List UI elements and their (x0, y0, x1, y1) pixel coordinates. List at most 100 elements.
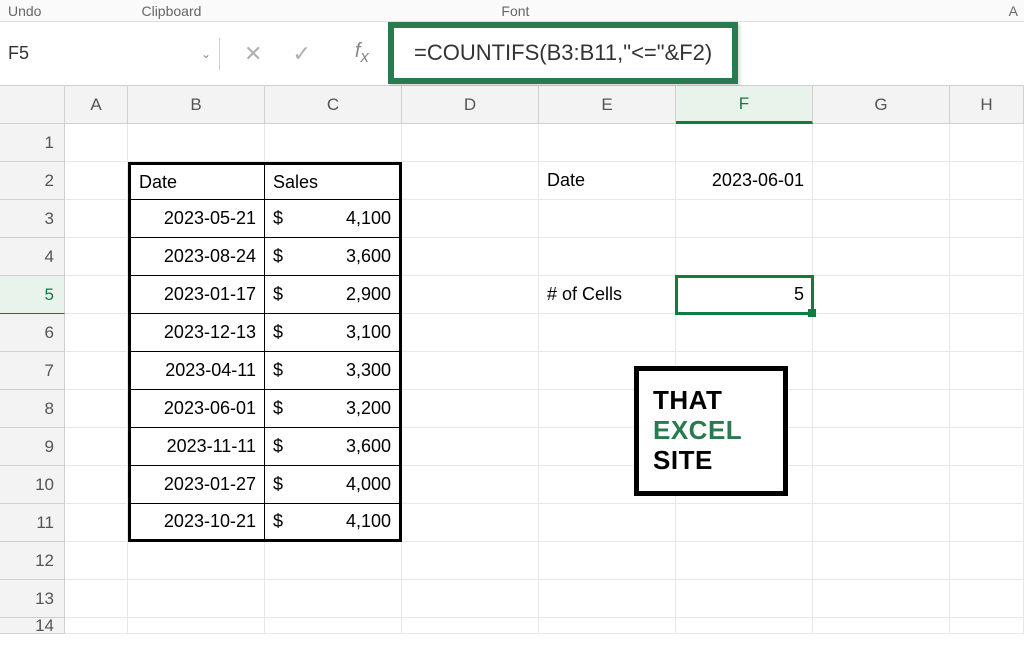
cell-g9[interactable] (813, 428, 950, 466)
cell-h7[interactable] (950, 352, 1024, 390)
cell-c11[interactable]: $4,100 (265, 504, 402, 542)
cell-f2[interactable]: 2023-06-01 (676, 162, 813, 200)
cell-f1[interactable] (676, 124, 813, 162)
col-header-h[interactable]: H (950, 86, 1024, 124)
cell-b12[interactable] (128, 542, 265, 580)
cell-f5[interactable]: 5 (676, 276, 813, 314)
select-all-corner[interactable] (0, 86, 65, 124)
row-header-2[interactable]: 2 (0, 162, 65, 200)
cell-h13[interactable] (950, 580, 1024, 618)
cell-f12[interactable] (676, 542, 813, 580)
cell-a7[interactable] (65, 352, 128, 390)
cell-d14[interactable] (402, 618, 539, 634)
cell-f6[interactable] (676, 314, 813, 352)
cell-d8[interactable] (402, 390, 539, 428)
cell-g7[interactable] (813, 352, 950, 390)
cell-c7[interactable]: $3,300 (265, 352, 402, 390)
cell-b8[interactable]: 2023-06-01 (128, 390, 265, 428)
cell-d13[interactable] (402, 580, 539, 618)
cell-d1[interactable] (402, 124, 539, 162)
cell-g14[interactable] (813, 618, 950, 634)
cancel-icon[interactable]: ✕ (244, 41, 262, 67)
row-header-12[interactable]: 12 (0, 542, 65, 580)
cell-b2[interactable]: Date (128, 162, 265, 200)
cell-c3[interactable]: $4,100 (265, 200, 402, 238)
row-header-9[interactable]: 9 (0, 428, 65, 466)
cell-c14[interactable] (265, 618, 402, 634)
cell-h14[interactable] (950, 618, 1024, 634)
cell-d4[interactable] (402, 238, 539, 276)
col-header-a[interactable]: A (65, 86, 128, 124)
cell-b11[interactable]: 2023-10-21 (128, 504, 265, 542)
col-header-f[interactable]: F (676, 86, 813, 124)
cell-b4[interactable]: 2023-08-24 (128, 238, 265, 276)
cell-g11[interactable] (813, 504, 950, 542)
row-header-5[interactable]: 5 (0, 276, 65, 314)
cell-h10[interactable] (950, 466, 1024, 504)
cell-e6[interactable] (539, 314, 676, 352)
cell-h2[interactable] (950, 162, 1024, 200)
cell-a11[interactable] (65, 504, 128, 542)
cell-h3[interactable] (950, 200, 1024, 238)
row-header-10[interactable]: 10 (0, 466, 65, 504)
cell-b3[interactable]: 2023-05-21 (128, 200, 265, 238)
cell-d5[interactable] (402, 276, 539, 314)
cell-d2[interactable] (402, 162, 539, 200)
cell-c1[interactable] (265, 124, 402, 162)
cell-d3[interactable] (402, 200, 539, 238)
cell-f3[interactable] (676, 200, 813, 238)
cell-c4[interactable]: $3,600 (265, 238, 402, 276)
cell-c8[interactable]: $3,200 (265, 390, 402, 428)
cell-e5[interactable]: # of Cells (539, 276, 676, 314)
cell-h4[interactable] (950, 238, 1024, 276)
cell-b1[interactable] (128, 124, 265, 162)
cell-b10[interactable]: 2023-01-27 (128, 466, 265, 504)
row-header-7[interactable]: 7 (0, 352, 65, 390)
col-header-c[interactable]: C (265, 86, 402, 124)
cell-e12[interactable] (539, 542, 676, 580)
cell-e14[interactable] (539, 618, 676, 634)
cell-a3[interactable] (65, 200, 128, 238)
cell-g12[interactable] (813, 542, 950, 580)
row-header-3[interactable]: 3 (0, 200, 65, 238)
cell-g8[interactable] (813, 390, 950, 428)
cell-h8[interactable] (950, 390, 1024, 428)
cell-g4[interactable] (813, 238, 950, 276)
cell-c6[interactable]: $3,100 (265, 314, 402, 352)
row-header-8[interactable]: 8 (0, 390, 65, 428)
cell-g13[interactable] (813, 580, 950, 618)
name-box[interactable]: F5 ⌄ (0, 38, 220, 70)
cell-c10[interactable]: $4,000 (265, 466, 402, 504)
cell-h6[interactable] (950, 314, 1024, 352)
cell-f13[interactable] (676, 580, 813, 618)
cell-h11[interactable] (950, 504, 1024, 542)
cell-f14[interactable] (676, 618, 813, 634)
cell-b7[interactable]: 2023-04-11 (128, 352, 265, 390)
cell-b14[interactable] (128, 618, 265, 634)
cell-a14[interactable] (65, 618, 128, 634)
cell-b5[interactable]: 2023-01-17 (128, 276, 265, 314)
cell-h5[interactable] (950, 276, 1024, 314)
row-header-4[interactable]: 4 (0, 238, 65, 276)
cell-a4[interactable] (65, 238, 128, 276)
cell-g2[interactable] (813, 162, 950, 200)
fx-icon[interactable]: fx (355, 40, 369, 67)
row-header-14[interactable]: 14 (0, 618, 65, 634)
cell-c12[interactable] (265, 542, 402, 580)
col-header-b[interactable]: B (128, 86, 265, 124)
cell-g3[interactable] (813, 200, 950, 238)
cell-e2[interactable]: Date (539, 162, 676, 200)
cell-g5[interactable] (813, 276, 950, 314)
cell-c13[interactable] (265, 580, 402, 618)
col-header-e[interactable]: E (539, 86, 676, 124)
cell-c5[interactable]: $2,900 (265, 276, 402, 314)
cell-e11[interactable] (539, 504, 676, 542)
cell-h12[interactable] (950, 542, 1024, 580)
row-header-6[interactable]: 6 (0, 314, 65, 352)
cell-b9[interactable]: 2023-11-11 (128, 428, 265, 466)
cell-a5[interactable] (65, 276, 128, 314)
cell-e1[interactable] (539, 124, 676, 162)
cell-d6[interactable] (402, 314, 539, 352)
cell-a8[interactable] (65, 390, 128, 428)
cell-a6[interactable] (65, 314, 128, 352)
